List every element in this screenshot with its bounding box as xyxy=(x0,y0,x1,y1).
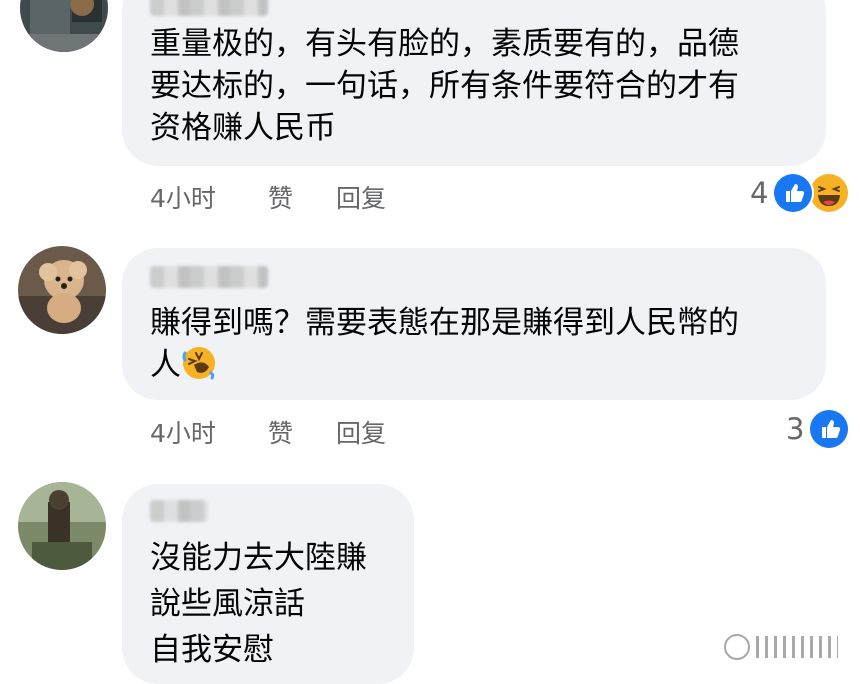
comment-line: 资格赚人民币 xyxy=(150,110,336,146)
watermark-logo xyxy=(724,634,838,660)
comment-line-text: 人 xyxy=(150,347,181,383)
reply-button[interactable]: 回复 xyxy=(336,179,386,215)
comment-text-3: 沒能力去大陸賺 說些風涼話 自我安慰 xyxy=(150,535,367,673)
reply-button[interactable]: 回复 xyxy=(336,414,386,450)
like-button[interactable]: 赞 xyxy=(268,179,336,215)
watermark-bars-icon xyxy=(756,636,838,658)
comment-timestamp[interactable]: 4小时 xyxy=(150,414,268,450)
reaction-summary-1[interactable]: 4 xyxy=(750,172,851,214)
commenter-avatar-1[interactable] xyxy=(20,0,108,52)
reaction-summary-2[interactable]: 3 xyxy=(786,408,851,450)
commenter-name-1[interactable] xyxy=(150,0,268,16)
watermark-circle-icon xyxy=(724,634,750,660)
comment-meta-2: 4小时 赞 回复 xyxy=(150,414,386,450)
like-icon xyxy=(772,172,815,214)
comment-meta-1: 4小时 赞 回复 xyxy=(150,179,386,215)
commenter-name-3[interactable] xyxy=(150,500,208,522)
haha-icon xyxy=(808,172,851,214)
comment-text-2: 賺得到嗎？需要表態在那是賺得到人民幣的 人 xyxy=(150,302,739,386)
comment-text-1: 重量极的，有头有脸的，素质要有的，品德 要达标的，一句话，所有条件要符合的才有 … xyxy=(150,23,739,149)
comment-line: 沒能力去大陸賺 xyxy=(150,540,367,576)
rolling-laughing-emoji xyxy=(182,347,215,380)
comment-line: 人 xyxy=(150,344,739,386)
commenter-avatar-2[interactable] xyxy=(18,246,106,334)
avatar-image xyxy=(18,246,106,334)
avatar-image xyxy=(20,0,108,52)
commenter-avatar-3[interactable] xyxy=(18,482,106,570)
reaction-count: 4 xyxy=(750,176,769,210)
comment-line: 說些風涼話 xyxy=(150,586,305,622)
comment-timestamp[interactable]: 4小时 xyxy=(150,179,268,215)
reaction-count: 3 xyxy=(786,412,805,446)
comment-line: 重量极的，有头有脸的，素质要有的，品德 xyxy=(150,26,739,62)
commenter-name-2[interactable] xyxy=(150,266,268,288)
comment-line: 要达标的，一句话，所有条件要符合的才有 xyxy=(150,68,739,104)
like-icon xyxy=(808,408,851,450)
like-button[interactable]: 赞 xyxy=(268,414,336,450)
comment-line: 自我安慰 xyxy=(150,632,274,668)
comment-line: 賺得到嗎？需要表態在那是賺得到人民幣的 xyxy=(150,305,739,341)
avatar-image xyxy=(18,482,106,570)
